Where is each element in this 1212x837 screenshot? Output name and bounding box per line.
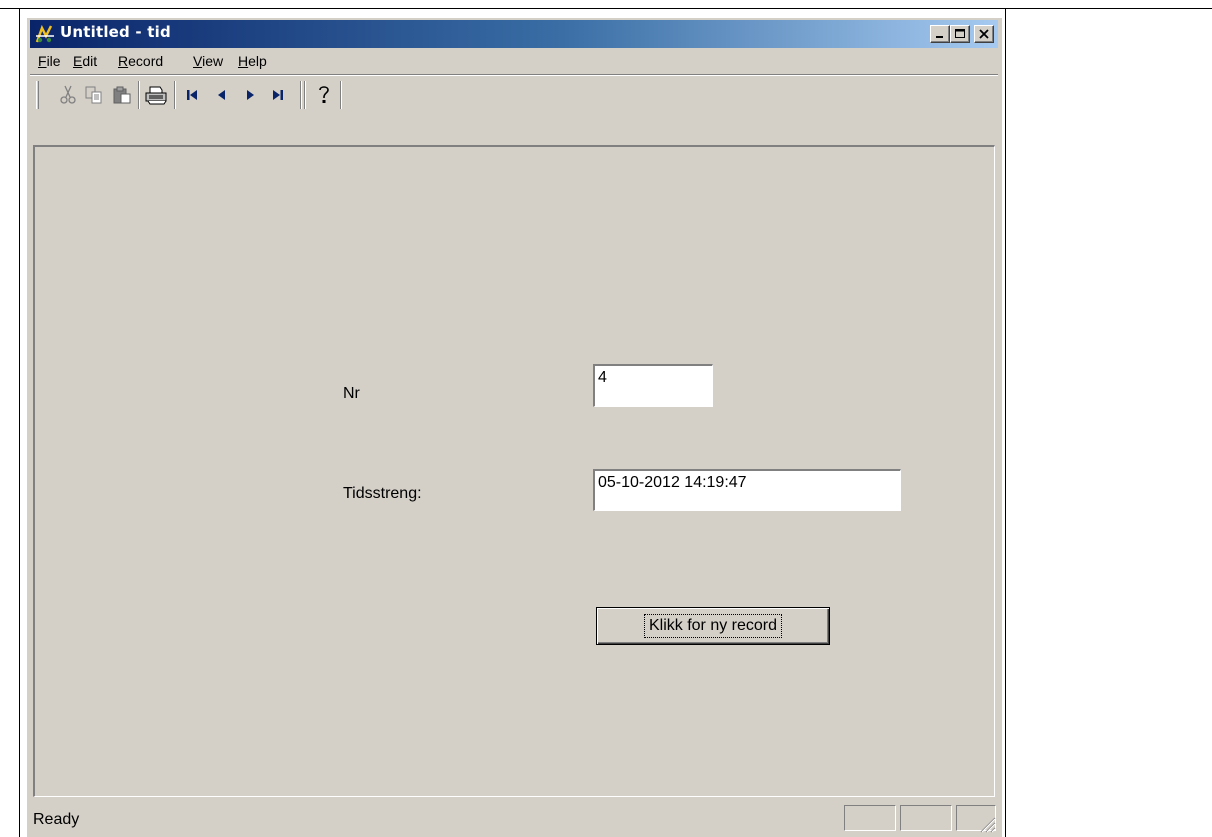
- menu-file-accel: F: [38, 53, 47, 69]
- menu-help-accel: H: [238, 53, 249, 69]
- minimize-button[interactable]: [930, 25, 950, 43]
- page-rule-right: [1005, 8, 1006, 837]
- menu-bar: File Edit Record View Help: [30, 49, 998, 73]
- previous-record-icon: [218, 90, 225, 100]
- form-view: Nr 4 Tidsstreng: 05-10-2012 14:19:47 Kli…: [33, 145, 995, 797]
- toolbar-divider-highlight: [30, 75, 998, 76]
- first-record-icon: [187, 90, 197, 100]
- toolbar: [30, 77, 998, 111]
- menu-view-accel: V: [193, 53, 203, 69]
- copy-icon: [85, 86, 102, 104]
- menu-record-accel: R: [118, 53, 129, 69]
- last-record-button[interactable]: [266, 83, 290, 107]
- next-record-icon: [247, 90, 254, 100]
- help-icon: [319, 86, 329, 103]
- app-icon[interactable]: [34, 24, 56, 44]
- help-button[interactable]: [312, 83, 336, 107]
- menu-help[interactable]: Help: [238, 53, 267, 69]
- nr-label: Nr: [343, 385, 360, 402]
- menu-edit-accel: E: [73, 53, 83, 69]
- toolbar-separator: [138, 81, 140, 109]
- toolbar-separator: [300, 81, 302, 109]
- menu-file[interactable]: File: [38, 53, 61, 69]
- tidsstreng-field[interactable]: 05-10-2012 14:19:47: [593, 469, 901, 511]
- toolbar-separator: [340, 81, 342, 109]
- status-text: Ready: [33, 811, 80, 828]
- cut-button[interactable]: [56, 83, 80, 107]
- nr-field[interactable]: 4: [593, 364, 713, 407]
- new-record-button[interactable]: Klikk for ny record: [596, 607, 830, 645]
- toolbar-grip[interactable]: [36, 81, 39, 109]
- size-grip-icon[interactable]: [978, 815, 996, 833]
- menu-view[interactable]: View: [193, 53, 223, 69]
- page-rule-top: [0, 8, 1212, 9]
- close-icon: [979, 29, 989, 39]
- print-icon: [145, 86, 167, 105]
- copy-button[interactable]: [82, 83, 106, 107]
- menu-help-label: elp: [248, 53, 267, 69]
- toolbar-separator: [174, 81, 176, 109]
- first-record-button[interactable]: [180, 83, 204, 107]
- title-bar[interactable]: Untitled - tid: [30, 20, 998, 48]
- maximize-icon: [955, 29, 965, 38]
- next-record-button[interactable]: [238, 83, 262, 107]
- toolbar-separator: [304, 81, 306, 109]
- page-rule-left: [19, 8, 20, 837]
- maximize-button[interactable]: [950, 25, 970, 43]
- menu-edit-label: dit: [82, 53, 98, 69]
- paste-button[interactable]: [110, 83, 134, 107]
- window-title: Untitled - tid: [60, 23, 171, 41]
- menu-file-label: ile: [46, 53, 61, 69]
- cut-icon: [60, 85, 76, 104]
- menu-edit[interactable]: Edit: [73, 53, 97, 69]
- close-button[interactable]: [974, 25, 994, 43]
- status-pane: [844, 805, 896, 831]
- previous-record-button[interactable]: [210, 83, 234, 107]
- menu-record-label: ecord: [128, 53, 164, 69]
- minimize-icon: [936, 36, 943, 38]
- tidsstreng-label: Tidsstreng:: [343, 485, 422, 502]
- menu-view-label: iew: [202, 53, 224, 69]
- status-pane: [900, 805, 952, 831]
- app-window: Untitled - tid File Edit Record View Hel…: [26, 17, 1002, 837]
- status-bar: Ready: [30, 803, 998, 833]
- print-button[interactable]: [144, 83, 168, 107]
- new-record-button-label: Klikk for ny record: [643, 614, 783, 638]
- paste-icon: [113, 86, 131, 104]
- menu-record[interactable]: Record: [118, 53, 163, 69]
- last-record-icon: [273, 90, 283, 100]
